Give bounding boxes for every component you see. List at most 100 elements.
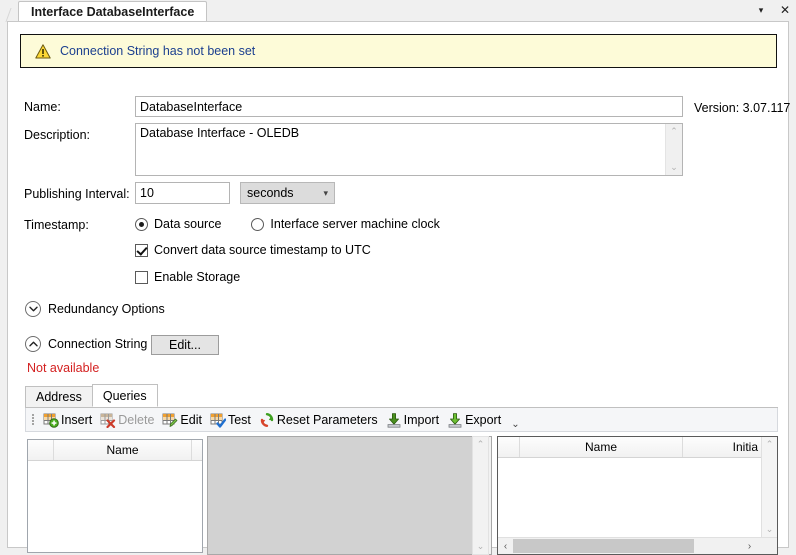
connection-string-status: Not available xyxy=(27,361,100,375)
radio-machine-clock[interactable]: Interface server machine clock xyxy=(251,217,440,231)
description-label: Description: xyxy=(24,128,90,142)
parameters-vertical-scrollbar[interactable]: ⌃ ⌄ xyxy=(761,437,777,537)
delete-button-label: Delete xyxy=(118,412,155,427)
import-button-label: Import xyxy=(403,412,440,427)
edit-query-button-label: Edit xyxy=(180,412,202,427)
scroll-right-icon[interactable]: › xyxy=(742,541,757,552)
window-controls: ▾ ✕ xyxy=(754,1,792,19)
content-scrollbar[interactable]: ⌃ ⌄ xyxy=(472,436,489,555)
parameters-grid-header: Name Initia xyxy=(498,437,761,458)
connection-string-expander[interactable]: Connection String xyxy=(25,336,147,352)
description-field-wrapper: Database Interface - OLEDB ⌃ ⌄ xyxy=(135,123,683,176)
warning-message: Connection String has not been set xyxy=(60,44,256,58)
convert-utc-checkbox[interactable]: Convert data source timestamp to UTC xyxy=(135,243,371,257)
delete-button[interactable]: Delete xyxy=(96,410,158,430)
column-header-initial-value[interactable]: Initia xyxy=(683,437,761,457)
column-header-selector[interactable] xyxy=(498,437,520,457)
scroll-down-icon[interactable]: ⌄ xyxy=(766,522,774,537)
scroll-down-icon[interactable]: ⌄ xyxy=(670,160,678,175)
export-button-label: Export xyxy=(465,412,502,427)
connection-string-label: Connection String xyxy=(48,337,148,351)
column-header-name[interactable]: Name xyxy=(520,437,683,457)
test-button-label: Test xyxy=(227,412,251,427)
table-edit-icon xyxy=(162,412,178,428)
publishing-unit-value: seconds xyxy=(247,186,294,200)
scroll-left-icon[interactable]: ‹ xyxy=(498,541,513,552)
parameters-grid[interactable]: Name Initia ⌃ ⌄ ‹ › xyxy=(497,436,778,555)
radio-icon-machine-clock[interactable] xyxy=(251,217,265,231)
publishing-interval-stepper[interactable]: ▲ ▼ xyxy=(135,182,313,204)
edit-connection-string-button[interactable]: Edit... xyxy=(151,335,219,355)
description-scrollbar[interactable]: ⌃ ⌄ xyxy=(665,124,682,175)
insert-button[interactable]: Insert xyxy=(39,410,96,430)
document-tab-label: Interface DatabaseInterface xyxy=(31,5,195,19)
scroll-up-icon[interactable]: ⌃ xyxy=(766,437,774,452)
name-input[interactable] xyxy=(135,96,683,117)
warning-banner: Connection String has not been set xyxy=(20,34,777,68)
reset-arrows-icon xyxy=(259,412,275,428)
table-test-icon xyxy=(210,412,226,428)
tab-address[interactable]: Address xyxy=(25,386,93,407)
warning-triangle-icon xyxy=(35,43,51,59)
checkbox-icon-enable-storage[interactable] xyxy=(135,270,148,284)
checkbox-icon-convert-utc[interactable] xyxy=(135,243,148,257)
queries-list-body[interactable] xyxy=(28,461,202,552)
test-button[interactable]: Test xyxy=(206,410,255,430)
timestamp-label: Timestamp: xyxy=(24,218,89,232)
chevron-down-icon: ▾ xyxy=(323,187,328,198)
parameters-horizontal-scrollbar[interactable]: ‹ › xyxy=(498,537,777,554)
edit-query-button[interactable]: Edit xyxy=(158,410,206,430)
parameters-grid-body[interactable] xyxy=(498,458,761,537)
reset-parameters-button-label: Reset Parameters xyxy=(276,412,378,427)
query-detail-content[interactable] xyxy=(208,437,474,554)
scroll-down-icon[interactable]: ⌄ xyxy=(477,539,485,554)
tab-queries-label: Queries xyxy=(102,388,147,403)
import-button[interactable]: Import xyxy=(382,410,443,430)
publishing-interval-label: Publishing Interval: xyxy=(24,187,130,201)
query-detail-pane[interactable]: ⌃ ⌄ xyxy=(207,436,492,555)
column-header-selector[interactable] xyxy=(28,440,54,460)
enable-storage-label: Enable Storage xyxy=(154,270,241,284)
chevron-up-circle-icon[interactable] xyxy=(25,336,41,352)
interface-config-window: Interface DatabaseInterface ▾ ✕ Connecti… xyxy=(0,0,796,555)
radio-data-source[interactable]: Data source xyxy=(135,217,221,231)
publishing-unit-select[interactable]: seconds ▾ xyxy=(240,182,335,204)
parameters-grid-columns: Name Initia xyxy=(498,437,761,537)
close-icon[interactable]: ✕ xyxy=(778,2,792,18)
convert-utc-label: Convert data source timestamp to UTC xyxy=(154,243,371,257)
enable-storage-checkbox[interactable]: Enable Storage xyxy=(135,270,240,284)
version-label: Version: 3.07.117 xyxy=(694,101,791,115)
import-download-icon xyxy=(386,412,402,428)
export-upload-icon xyxy=(447,412,463,428)
column-header-name[interactable]: Name xyxy=(54,440,192,460)
toolbar-overflow-icon[interactable]: ⌄ xyxy=(511,419,519,431)
column-header-filler xyxy=(192,440,202,460)
radio-label-machine-clock: Interface server machine clock xyxy=(270,217,440,231)
radio-label-data-source: Data source xyxy=(154,217,222,231)
radio-icon-data-source[interactable] xyxy=(135,217,148,231)
tab-address-label: Address xyxy=(36,390,82,404)
description-input[interactable]: Database Interface - OLEDB xyxy=(136,124,666,175)
insert-button-label: Insert xyxy=(61,412,93,427)
scroll-up-icon[interactable]: ⌃ xyxy=(477,437,485,452)
export-button[interactable]: Export xyxy=(443,410,505,430)
redundancy-options-label: Redundancy Options xyxy=(48,302,165,316)
document-tab[interactable]: Interface DatabaseInterface xyxy=(18,1,208,22)
queries-list-header: Name xyxy=(28,440,202,461)
queries-tabstrip: Address Queries xyxy=(25,384,778,408)
table-delete-icon xyxy=(100,412,116,428)
chevron-down-circle-icon[interactable] xyxy=(25,301,41,317)
scroll-up-icon[interactable]: ⌃ xyxy=(670,124,678,139)
chevron-down-icon[interactable]: ▾ xyxy=(754,2,768,18)
drag-grip-icon[interactable] xyxy=(30,413,36,427)
reset-parameters-button[interactable]: Reset Parameters xyxy=(255,410,382,430)
queries-toolbar: Insert Delete Edit Test Reset Parameters… xyxy=(25,408,778,432)
timestamp-radio-group: Data source Interface server machine clo… xyxy=(135,217,440,231)
name-label: Name: xyxy=(24,100,61,114)
tab-queries[interactable]: Queries xyxy=(91,384,158,407)
redundancy-options-expander[interactable]: Redundancy Options xyxy=(25,301,165,317)
window-tabstrip: Interface DatabaseInterface ▾ ✕ xyxy=(0,0,796,22)
table-insert-icon xyxy=(43,412,59,428)
hscroll-thumb[interactable] xyxy=(513,539,694,553)
queries-list-grid[interactable]: Name xyxy=(27,439,203,553)
